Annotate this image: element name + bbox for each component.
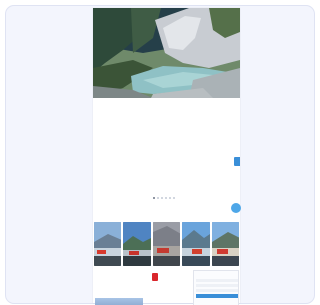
destination-tile[interactable] bbox=[182, 222, 210, 266]
hero-banner bbox=[93, 8, 240, 98]
post-badge-label bbox=[159, 272, 183, 282]
booking-bar bbox=[99, 204, 231, 212]
post-badge-icon bbox=[152, 273, 158, 281]
form-field[interactable] bbox=[196, 279, 238, 282]
post-title[interactable] bbox=[152, 282, 192, 300]
carousel-dot[interactable] bbox=[169, 197, 171, 199]
destination-tile[interactable] bbox=[94, 222, 122, 266]
booking-search-button[interactable] bbox=[231, 203, 241, 213]
side-feedback-tab[interactable] bbox=[234, 157, 240, 166]
carousel-dots bbox=[153, 197, 175, 199]
newsletter-form bbox=[193, 270, 239, 305]
tile-photo bbox=[182, 222, 210, 266]
post-excerpt bbox=[152, 301, 192, 305]
carousel-dot[interactable] bbox=[161, 197, 163, 199]
destination-tile[interactable] bbox=[211, 222, 240, 266]
destination-tile[interactable] bbox=[123, 222, 151, 266]
form-field[interactable] bbox=[196, 289, 238, 292]
carousel-dot[interactable] bbox=[165, 197, 167, 199]
destination-tile[interactable] bbox=[152, 222, 181, 266]
hero-river-canyon-photo bbox=[93, 8, 240, 98]
form-submit-button[interactable] bbox=[196, 294, 238, 298]
form-field[interactable] bbox=[196, 284, 238, 287]
site-logo[interactable] bbox=[96, 12, 128, 17]
tile-photo bbox=[94, 222, 122, 266]
carousel-dot[interactable] bbox=[173, 197, 175, 199]
carousel-dot[interactable] bbox=[157, 197, 159, 199]
carousel-dot[interactable] bbox=[153, 197, 155, 199]
tile-photo bbox=[211, 222, 240, 266]
article-thumbnail[interactable] bbox=[95, 298, 143, 305]
page-screenshot bbox=[93, 8, 241, 305]
tile-photo bbox=[152, 222, 181, 266]
tile-photo bbox=[123, 222, 151, 266]
destination-tiles bbox=[94, 222, 240, 266]
